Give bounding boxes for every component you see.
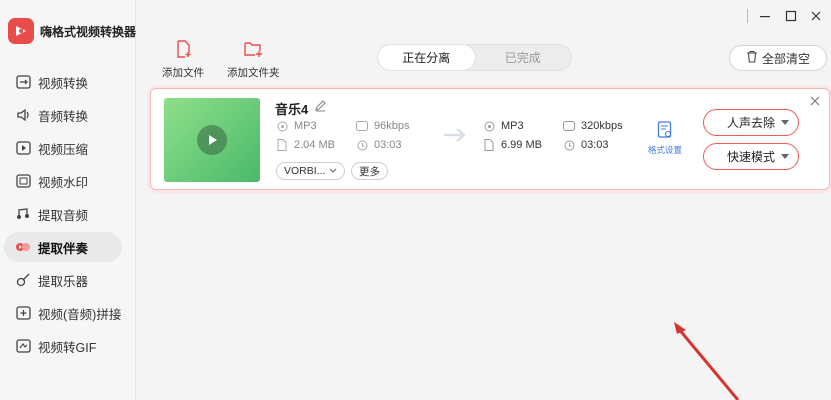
file-size-icon (276, 139, 288, 151)
sidebar-item-label: 视频水印 (38, 175, 89, 190)
tab-completed[interactable]: 已完成 (475, 45, 572, 70)
sidebar-item-label: 视频转GIF (38, 340, 97, 355)
audio-convert-icon (14, 106, 32, 124)
sidebar-item-extract-audio[interactable]: 提取音频 (4, 199, 122, 229)
app-logo-icon (8, 18, 34, 44)
caret-down-icon (781, 120, 789, 125)
add-folder-button[interactable]: 添加文件夹 (227, 40, 280, 80)
sidebar-item-label: 提取乐器 (38, 274, 89, 289)
sidebar-item-extract-accompaniment[interactable]: 提取伴奏 (4, 232, 122, 262)
guitar-icon (14, 271, 32, 289)
codec-select[interactable]: VORBI... (276, 162, 346, 180)
speed-mode-select[interactable]: 快速模式 (703, 143, 799, 170)
status-tabs: 正在分离 已完成 (377, 44, 572, 71)
sidebar-item-audio-convert[interactable]: 音频转换 (4, 100, 122, 130)
add-file-label: 添加文件 (162, 67, 204, 79)
sidebar-item-label: 提取音频 (38, 208, 89, 223)
output-bitrate: 320kbps (563, 120, 623, 132)
sidebar-item-video-convert[interactable]: 视频转换 (4, 67, 122, 97)
maximize-icon[interactable] (783, 8, 799, 24)
output-duration: 03:03 (563, 139, 609, 151)
merge-icon (14, 304, 32, 322)
add-file-icon (174, 40, 192, 61)
extract-audio-icon (14, 205, 32, 223)
sidebar-item-label: 视频(音频)拼接 (38, 307, 122, 322)
tab-separating[interactable]: 正在分离 (378, 45, 475, 70)
sidebar-item-label: 音频转换 (38, 109, 89, 124)
file-size-icon (483, 139, 495, 151)
app-title: 嗨格式视频转换器 (40, 24, 137, 39)
format-settings-label: 格式设置 (648, 145, 683, 155)
window-close-icon[interactable] (808, 8, 824, 24)
output-size: 6.99 MB (483, 139, 542, 151)
sidebar-item-merge[interactable]: 视频(音频)拼接 (4, 298, 122, 328)
sidebar-item-video-compress[interactable]: 视频压缩 (4, 133, 122, 163)
video-convert-icon (14, 73, 32, 91)
output-format: MP3 (483, 120, 524, 132)
format-icon (276, 120, 288, 132)
vocal-removal-select[interactable]: 人声去除 (703, 109, 799, 136)
annotation-arrow-icon (660, 320, 750, 400)
sidebar-item-video-to-gif[interactable]: 视频转GIF (4, 331, 122, 361)
extract-accompaniment-icon (14, 238, 32, 256)
format-settings-icon (657, 121, 673, 141)
sidebar-item-extract-instrument[interactable]: 提取乐器 (4, 265, 122, 295)
clock-icon (563, 139, 575, 151)
add-folder-icon (243, 40, 263, 61)
file-thumbnail[interactable] (164, 98, 260, 182)
minimize-icon[interactable] (757, 8, 773, 24)
source-duration: 03:03 (356, 139, 402, 151)
file-name: 音乐4 (275, 102, 309, 117)
format-icon (483, 120, 495, 132)
more-button[interactable]: 更多 (351, 162, 388, 180)
bitrate-icon (356, 120, 368, 132)
bitrate-icon (563, 120, 575, 132)
edit-name-icon[interactable] (314, 99, 327, 117)
watermark-icon (14, 172, 32, 190)
window-divider (740, 8, 756, 24)
trash-icon (746, 50, 758, 66)
sidebar-item-label: 视频转换 (38, 76, 89, 91)
video-compress-icon (14, 139, 32, 157)
play-icon[interactable] (197, 125, 227, 155)
add-folder-label: 添加文件夹 (227, 67, 280, 79)
clear-all-label: 全部清空 (761, 51, 810, 66)
clear-all-button[interactable]: 全部清空 (729, 45, 827, 71)
chevron-down-icon (329, 165, 337, 177)
format-settings-button[interactable]: 格式设置 (648, 121, 682, 156)
caret-down-icon (781, 154, 789, 159)
source-size: 2.04 MB (276, 139, 335, 151)
app-brand: 嗨格式视频转换器 (8, 18, 136, 44)
gif-icon (14, 337, 32, 355)
file-card: 音乐4 MP3 96kbps 2.04 MB 03:03 VORBI... 更多… (150, 88, 830, 190)
clock-icon (356, 139, 368, 151)
remove-file-icon[interactable] (810, 93, 820, 111)
sidebar-item-label: 视频压缩 (38, 142, 89, 157)
add-file-button[interactable]: 添加文件 (162, 40, 204, 80)
source-bitrate: 96kbps (356, 120, 409, 132)
sidebar-item-label: 提取伴奏 (38, 241, 89, 256)
sidebar-item-watermark[interactable]: 视频水印 (4, 166, 122, 196)
sidebar: 嗨格式视频转换器 视频转换 音频转换 视频压缩 视频水印 提取音频 提取伴奏 提… (0, 0, 136, 400)
sidebar-nav: 视频转换 音频转换 视频压缩 视频水印 提取音频 提取伴奏 提取乐器 视频(音频… (0, 64, 136, 364)
source-format: MP3 (276, 120, 317, 132)
arrow-right-icon (442, 126, 468, 149)
